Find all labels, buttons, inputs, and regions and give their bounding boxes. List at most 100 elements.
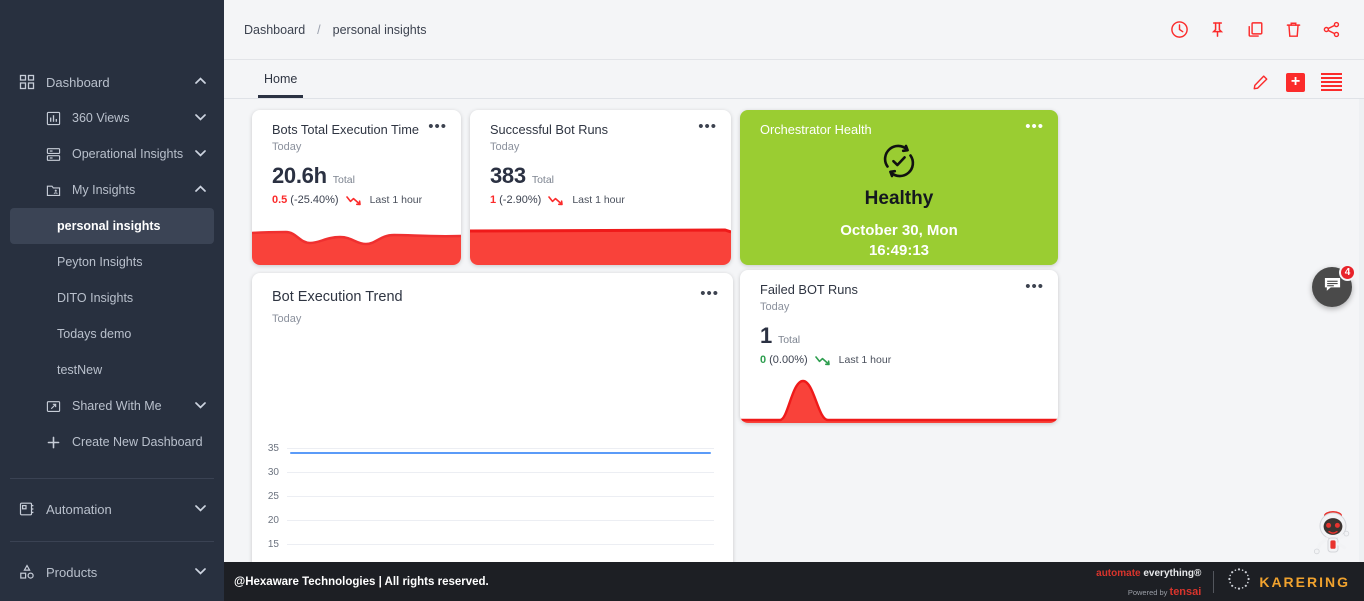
sidebar-item-automation[interactable]: Automation: [0, 491, 224, 527]
card-menu-icon[interactable]: •••: [1025, 119, 1044, 134]
chevron-down-icon[interactable]: [190, 567, 210, 578]
sidebar-item-360-views[interactable]: 360 Views: [0, 100, 224, 136]
tensai-tagline: automate everything®: [1096, 568, 1201, 579]
card-menu-icon[interactable]: •••: [1025, 279, 1044, 294]
chevron-down-icon[interactable]: [190, 401, 210, 412]
card-title: Successful Bot Runs: [490, 122, 609, 137]
karering-name: KARERING: [1259, 573, 1350, 590]
card-title: Bots Total Execution Time: [272, 122, 420, 137]
breadcrumb-separator: /: [317, 22, 321, 37]
card-failed-bot-runs[interactable]: Failed BOT Runs ••• Today 1 Total 0 (0.0…: [740, 270, 1058, 423]
sparkline-area: [470, 225, 731, 265]
sidebar-item-label: testNew: [57, 363, 103, 377]
dashboard-canvas: Bots Total Execution Time ••• Today 20.6…: [224, 99, 1364, 601]
page-scrollbar[interactable]: [1359, 99, 1364, 601]
delta-period: Last 1 hour: [369, 194, 423, 206]
edit-pencil-icon[interactable]: [1250, 72, 1270, 92]
chat-fab-button[interactable]: 4: [1312, 264, 1356, 307]
sidebar-top-spacer: [0, 8, 224, 62]
topbar-actions: [1168, 19, 1342, 41]
health-time: 16:49:13: [868, 242, 930, 259]
top-bar: Dashboard / personal insights: [224, 0, 1364, 60]
chevron-up-icon[interactable]: [190, 76, 210, 88]
sidebar-item-label: Operational Insights: [72, 147, 184, 161]
breadcrumb-current: personal insights: [332, 22, 427, 37]
karering-brand: KARERING: [1226, 566, 1350, 597]
chart-box-icon: [44, 109, 62, 127]
powered-by-label: Powered by: [1127, 587, 1168, 597]
card-subtitle: Today: [760, 301, 790, 313]
card-header: Bots Total Execution Time •••: [252, 110, 461, 137]
delta-percent: (0.00%): [769, 354, 808, 366]
kpi-value: 20.6h: [272, 163, 327, 188]
card-bots-total-execution-time[interactable]: Bots Total Execution Time ••• Today 20.6…: [252, 110, 461, 265]
y-axis-tick: 35: [267, 443, 279, 454]
card-menu-icon[interactable]: •••: [428, 119, 447, 134]
chevron-down-icon[interactable]: [190, 113, 210, 124]
tagline-automate: automate: [1096, 568, 1141, 580]
tensai-name: tensai: [1169, 585, 1202, 598]
footer-copyright: @Hexaware Technologies | All rights rese…: [234, 575, 489, 588]
kpi-value: 383: [490, 163, 526, 188]
chevron-down-icon[interactable]: [190, 149, 210, 160]
card-kpi: 20.6h Total: [252, 153, 461, 189]
delta-period: Last 1 hour: [838, 354, 892, 366]
list-menu-icon[interactable]: [1321, 73, 1342, 91]
sidebar-item-label: Products: [46, 564, 98, 580]
chevron-up-icon[interactable]: [190, 184, 210, 196]
sidebar-item-label: Create New Dashboard: [72, 435, 203, 449]
sidebar-item-label: DITO Insights: [57, 291, 134, 305]
sparkline-area: [252, 223, 461, 265]
delta-period: Last 1 hour: [572, 194, 625, 206]
gridline: [287, 496, 714, 497]
chat-badge-count: 4: [1339, 264, 1356, 281]
card-subtitle: Today: [272, 141, 302, 153]
trend-down-icon: [548, 195, 565, 206]
history-clock-icon[interactable]: [1168, 19, 1190, 41]
breadcrumb-root[interactable]: Dashboard: [244, 23, 305, 37]
kpi-unit: Total: [777, 334, 801, 346]
sidebar-item-products[interactable]: Products: [0, 554, 224, 590]
sidebar-divider-2: [10, 541, 214, 542]
copy-icon[interactable]: [1244, 19, 1266, 41]
y-axis-tick: 25: [267, 491, 279, 502]
card-header: Orchestrator Health •••: [740, 110, 1058, 137]
sidebar-item-label: Automation: [46, 501, 112, 517]
card-header: Bot Execution Trend •••: [252, 273, 733, 305]
card-successful-bot-runs[interactable]: Successful Bot Runs ••• Today 383 Total …: [470, 110, 731, 265]
sidebar-item-shared-with-me[interactable]: Shared With Me: [0, 388, 224, 424]
tab-bar: Home +: [224, 60, 1364, 99]
card-orchestrator-health[interactable]: Orchestrator Health ••• Healthy October …: [740, 110, 1058, 265]
sidebar-item-create-new-dashboard[interactable]: Create New Dashboard: [0, 424, 224, 460]
card-bot-execution-trend[interactable]: Bot Execution Trend ••• Today 35 30 25 2…: [252, 273, 733, 601]
tab-home[interactable]: Home: [258, 72, 304, 98]
card-menu-icon[interactable]: •••: [698, 119, 717, 134]
card-delta: 1 (-2.90%) Last 1 hour: [470, 189, 731, 206]
sidebar-item-label: Peyton Insights: [57, 255, 143, 269]
sidebar-item-dito-insights[interactable]: DITO Insights: [0, 280, 224, 316]
delete-trash-icon[interactable]: [1282, 19, 1304, 41]
refresh-check-icon: [879, 141, 919, 186]
card-menu-icon[interactable]: •••: [700, 286, 719, 301]
card-delta: 0.5 (-25.40%) Last 1 hour: [252, 189, 461, 206]
pin-icon[interactable]: [1206, 19, 1228, 41]
tensai-powered-by: Powered by tensai: [1127, 585, 1202, 598]
trend-down-icon: [345, 195, 363, 206]
grid-icon: [18, 73, 36, 91]
chevron-down-icon[interactable]: [190, 504, 210, 515]
sidebar-item-my-insights[interactable]: My Insights: [0, 172, 224, 208]
products-icon: [18, 563, 36, 581]
sidebar-item-testnew[interactable]: testNew: [0, 352, 224, 388]
sidebar-item-personal-insights[interactable]: personal insights: [10, 208, 214, 244]
add-widget-icon[interactable]: +: [1286, 72, 1305, 92]
robot-mascot-icon[interactable]: [1306, 502, 1360, 556]
kpi-unit: Total: [531, 174, 554, 186]
delta-value: 0: [760, 354, 767, 366]
gridline: [287, 448, 714, 449]
card-subtitle: Today: [272, 313, 302, 325]
sidebar-item-operational-insights[interactable]: Operational Insights: [0, 136, 224, 172]
sidebar-item-todays-demo[interactable]: Todays demo: [0, 316, 224, 352]
sidebar-item-peyton-insights[interactable]: Peyton Insights: [0, 244, 224, 280]
sidebar-item-dashboard[interactable]: Dashboard: [0, 64, 224, 100]
share-icon[interactable]: [1320, 19, 1342, 41]
